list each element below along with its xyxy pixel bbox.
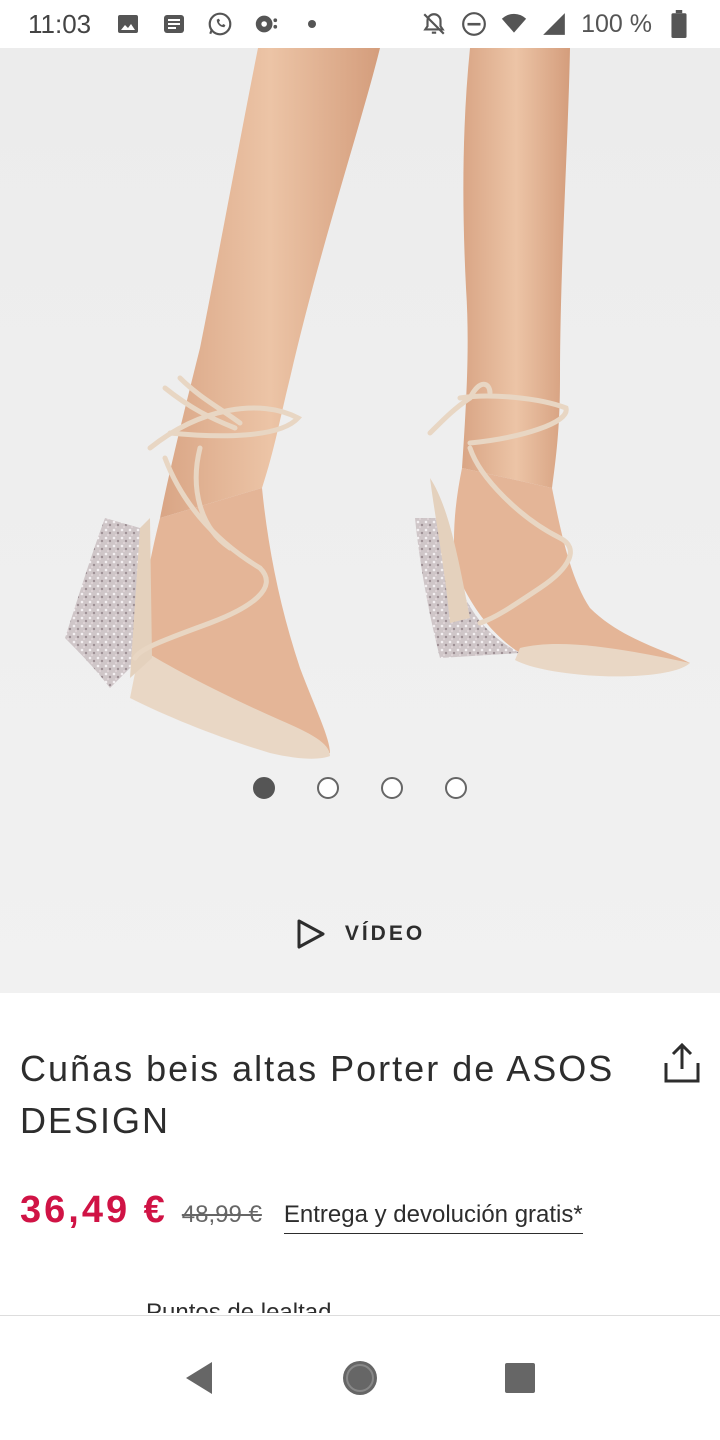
free-delivery-link[interactable]: Entrega y devolución gratis* xyxy=(283,1201,583,1234)
share-button[interactable] xyxy=(662,1041,702,1085)
video-button[interactable]: VÍDEO xyxy=(0,918,720,950)
system-icons: 100 % xyxy=(421,10,692,39)
product-info: Cuñas beis altas Porter de ASOS DESIGN 3… xyxy=(0,993,720,1315)
battery-icon xyxy=(666,10,692,38)
carousel-dot-4[interactable] xyxy=(445,777,467,799)
status-time: 11:03 xyxy=(28,8,92,39)
carousel-dot-2[interactable] xyxy=(317,777,339,799)
share-icon xyxy=(664,1042,700,1083)
back-icon xyxy=(186,1362,212,1394)
signal-icon xyxy=(541,11,567,37)
carousel-indicators xyxy=(0,777,720,799)
video-label: VÍDEO xyxy=(344,922,426,945)
screen: 11:03 100 % VÍDEO Cuñas beis altas Porte… xyxy=(0,0,720,1440)
loyalty-points-text: Puntos de lealtad xyxy=(146,1299,332,1313)
wifi-icon xyxy=(501,11,527,37)
price-row: 36,49 € 48,99 € Entrega y devolución gra… xyxy=(20,1189,583,1234)
recents-icon xyxy=(505,1363,535,1393)
current-price: 36,49 € xyxy=(20,1189,168,1231)
home-button[interactable] xyxy=(335,1353,385,1403)
do-not-disturb-icon xyxy=(461,11,487,37)
home-icon xyxy=(343,1361,377,1395)
carousel-dot-1[interactable] xyxy=(253,777,275,799)
news-icon xyxy=(161,11,187,37)
product-image-carousel[interactable]: VÍDEO xyxy=(0,48,720,993)
image-icon xyxy=(115,11,141,37)
whatsapp-icon xyxy=(207,11,233,37)
status-bar: 11:03 100 % xyxy=(0,0,720,48)
product-title: Cuñas beis altas Porter de ASOS DESIGN xyxy=(20,1048,615,1141)
carousel-dot-3[interactable] xyxy=(381,777,403,799)
notification-icons xyxy=(115,11,325,37)
original-price: 48,99 € xyxy=(181,1201,262,1228)
podcast-icon xyxy=(253,11,279,37)
dot-icon xyxy=(299,11,325,37)
back-button[interactable] xyxy=(175,1353,225,1403)
system-nav-bar xyxy=(0,1315,720,1440)
product-photo xyxy=(0,48,720,993)
bell-off-icon xyxy=(421,11,447,37)
battery-percentage: 100 % xyxy=(581,9,652,38)
recents-button[interactable] xyxy=(495,1353,545,1403)
play-icon xyxy=(297,919,325,949)
